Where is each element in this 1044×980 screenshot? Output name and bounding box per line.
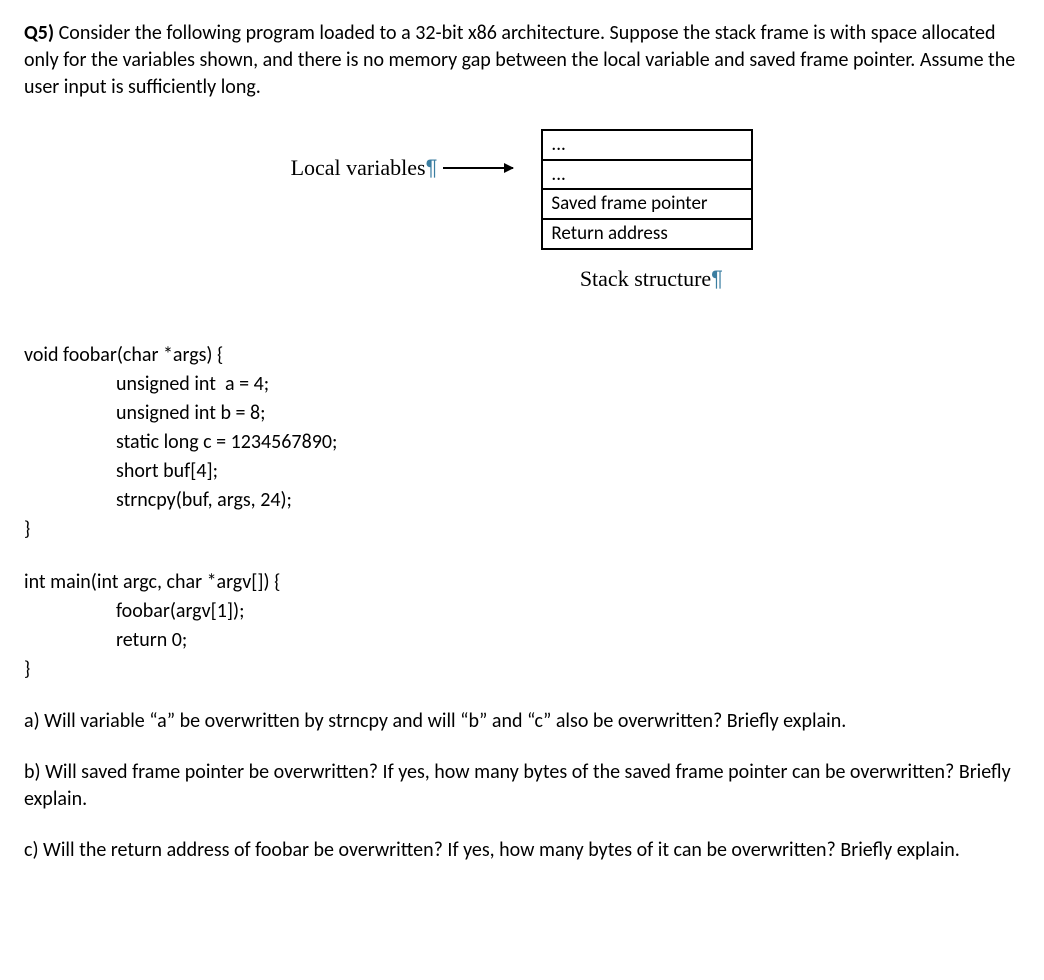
code-line: } <box>24 517 30 541</box>
stack-row: ... <box>542 160 752 190</box>
code-line: } <box>24 657 30 681</box>
code-line: static long c = 1234567890; <box>24 428 337 457</box>
diagram-left: Local variables¶ <box>291 153 514 183</box>
stack-row: Saved frame pointer <box>542 189 752 219</box>
code-line: void foobar(char *args) { <box>24 343 223 367</box>
stack-row: Return address <box>542 219 752 249</box>
code-line: unsigned int b = 8; <box>24 399 265 428</box>
stack-row: ... <box>542 130 752 160</box>
local-variables-label: Local variables¶ <box>291 153 438 183</box>
arrow-icon <box>443 167 513 169</box>
question-text: Consider the following program loaded to… <box>24 21 1015 99</box>
code-main: int main(int argc, char *argv[]) { fooba… <box>24 568 1020 684</box>
code-line: int main(int argc, char *argv[]) { <box>24 570 280 594</box>
code-line: unsigned int a = 4; <box>24 370 269 399</box>
question-intro: Q5) Consider the following program loade… <box>24 20 1020 101</box>
code-line: foobar(argv[1]); <box>24 597 244 626</box>
question-part-b: b) Will saved frame pointer be overwritt… <box>24 759 1020 813</box>
stack-block: ... ... Saved frame pointer Return addre… <box>529 129 753 293</box>
stack-table: ... ... Saved frame pointer Return addre… <box>541 129 753 250</box>
pilcrow-icon: ¶ <box>426 155 438 180</box>
stack-diagram: Local variables¶ ... ... Saved frame poi… <box>24 129 1020 293</box>
stack-caption: Stack structure¶ <box>529 264 753 294</box>
question-part-a: a) Will variable “a” be overwritten by s… <box>24 708 1020 735</box>
code-line: return 0; <box>24 626 187 655</box>
code-line: short buf[4]; <box>24 457 218 486</box>
question-label: Q5) <box>24 21 54 45</box>
pilcrow-icon: ¶ <box>711 266 723 291</box>
code-line: strncpy(buf, args, 24); <box>24 486 292 515</box>
code-foobar: void foobar(char *args) { unsigned int a… <box>24 341 1020 544</box>
question-part-c: c) Will the return address of foobar be … <box>24 837 1020 864</box>
